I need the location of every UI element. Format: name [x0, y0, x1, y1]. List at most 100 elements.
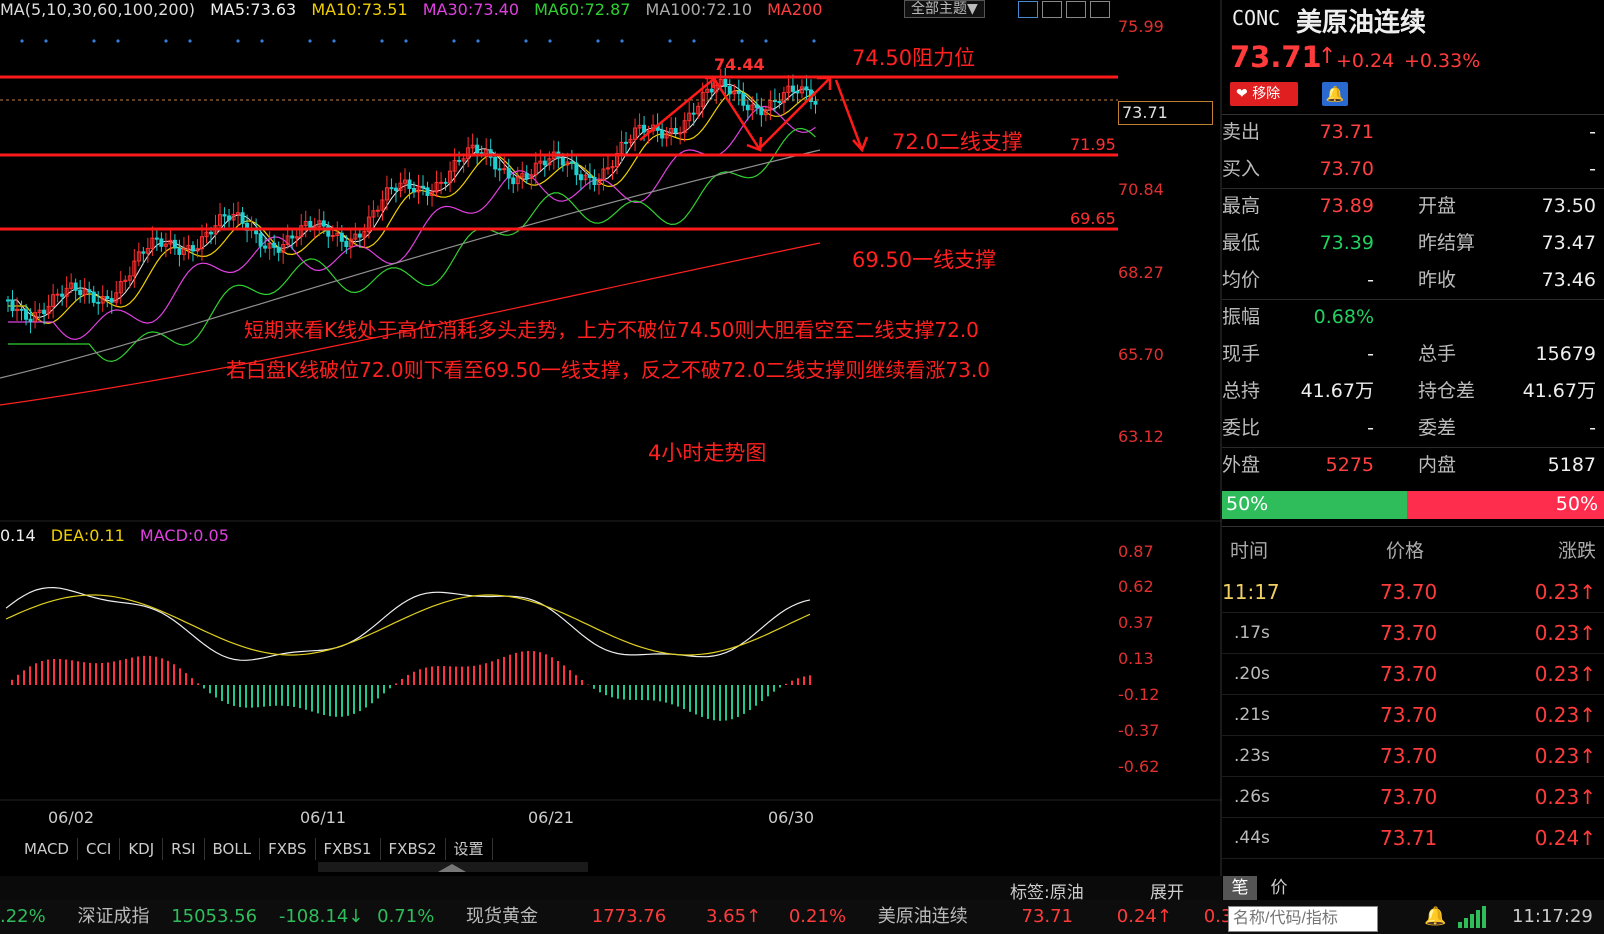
oil-name[interactable]: 美原油连续	[878, 906, 968, 927]
tab-boll[interactable]: BOLL	[205, 838, 261, 860]
remove-label: 移除	[1252, 86, 1281, 102]
candle-body	[190, 245, 195, 252]
last-price: 73.71	[1230, 40, 1322, 74]
candle-body	[24, 309, 29, 320]
remove-favorite-button[interactable]: ❤ 移除	[1230, 82, 1298, 106]
marker-dot	[764, 39, 768, 43]
quote-row: 卖出 73.71 -	[1222, 115, 1604, 149]
chart-grid	[20, 39, 816, 43]
support1-annotation: 69.50一线支撑	[852, 248, 997, 272]
index-pct: 0.71%	[377, 906, 435, 927]
trade-time: .20s	[1234, 664, 1270, 684]
candle-body	[524, 173, 529, 179]
quote-value: -	[1589, 158, 1596, 180]
candle-body	[6, 299, 10, 302]
candle-body	[209, 231, 213, 235]
quote-value: 15679	[1535, 343, 1596, 365]
price-axis-label: 65.70	[1118, 345, 1164, 364]
marker-dot	[116, 39, 120, 43]
trade-time: .21s	[1234, 705, 1270, 725]
search-input[interactable]	[1228, 906, 1378, 932]
gold-name[interactable]: 现货黄金	[466, 906, 538, 927]
candle-body	[443, 181, 448, 184]
macd-axis-label: -0.12	[1118, 685, 1160, 704]
candle-body	[78, 289, 83, 296]
indicator-tabs: MACD CCI KDJ RSI BOLL FXBS FXBS1 FXBS2 设置	[0, 838, 493, 862]
tab-kdj[interactable]: KDJ	[120, 838, 164, 860]
trade-row: .26s 73.70 0.23↑	[1222, 777, 1604, 818]
tab-trades[interactable]: 笔	[1223, 876, 1257, 900]
candle-body	[574, 162, 579, 176]
quote-row: 振幅 0.68%	[1222, 300, 1604, 334]
candle-body	[439, 181, 444, 184]
candle-body	[263, 245, 268, 249]
candle-body	[227, 215, 232, 221]
tab-rsi[interactable]: RSI	[163, 838, 205, 860]
candle-body	[308, 220, 313, 228]
candle-body	[42, 309, 47, 315]
candle-body	[709, 88, 714, 93]
analysis-text-line1: 短期来看K线处于高位消耗多头走势，上方不破位74.50则大胆看空至二线支撑72.…	[244, 318, 979, 342]
gold-pct: 0.21%	[788, 906, 847, 927]
gold-value: 1773.76	[591, 906, 667, 927]
candle-body	[660, 129, 665, 139]
tab-fxbs2[interactable]: FXBS2	[381, 838, 446, 860]
candle-body	[412, 187, 416, 193]
date-label: 06/21	[528, 808, 575, 827]
trade-price: 73.70	[1380, 621, 1438, 645]
candle-body	[560, 157, 565, 166]
dea-value: DEA:0.11	[50, 526, 125, 545]
quote-label: 最高	[1222, 195, 1261, 217]
tab-settings[interactable]: 设置	[446, 838, 493, 860]
marker-dot	[404, 39, 408, 43]
scroll-up-icon[interactable]	[438, 864, 466, 872]
tab-fxbs1[interactable]: FXBS1	[316, 838, 381, 860]
quote-label: 振幅	[1222, 306, 1261, 328]
candle-body	[141, 251, 146, 254]
trade-price: 73.70	[1380, 662, 1438, 686]
tab-cci[interactable]: CCI	[78, 838, 121, 860]
candle-body	[741, 92, 746, 106]
index-name[interactable]: 深证成指	[77, 906, 149, 927]
trade-list[interactable]: 11:17 73.70 0.23↑ .17s 73.70 0.23↑ .20s 73.70 0.…	[1222, 572, 1604, 862]
divider	[1222, 526, 1604, 527]
tab-macd[interactable]: MACD	[0, 838, 78, 860]
quote-label: 委差	[1418, 417, 1457, 439]
candle-body	[272, 242, 277, 248]
marker-dot	[668, 39, 672, 43]
sell-ratio-label: 50%	[1555, 493, 1598, 515]
bell-icon[interactable]: 🔔	[1322, 82, 1348, 106]
marker-dot	[164, 39, 168, 43]
resistance-annotation: 74.50阻力位	[852, 46, 976, 70]
quote-label: 内盘	[1418, 454, 1457, 476]
trade-row: .21s 73.70 0.23↑	[1222, 695, 1604, 736]
high-price-label: 74.44	[714, 55, 765, 74]
candle-body	[28, 318, 33, 322]
quote-value: 5275	[1325, 454, 1374, 476]
candle-body	[592, 176, 597, 186]
forecast-arrows	[639, 76, 869, 153]
quote-row: 外盘 5275 内盘 5187	[1222, 448, 1604, 482]
tab-fxbs[interactable]: FXBS	[260, 838, 316, 860]
index-value: 15053.56	[171, 906, 258, 927]
marker-dot	[452, 39, 456, 43]
candle-body	[511, 177, 516, 185]
candle-body	[723, 78, 728, 88]
kline-chart[interactable]	[0, 0, 1222, 900]
tab-price[interactable]: 价	[1262, 876, 1296, 900]
candle-body	[330, 235, 335, 238]
quote-value: -	[1367, 343, 1374, 365]
quote-value: 73.50	[1541, 195, 1596, 217]
trade-price: 73.71	[1380, 826, 1438, 850]
macd-axis-label: 0.87	[1118, 542, 1154, 561]
candle-body	[795, 90, 800, 94]
trade-time: .26s	[1234, 787, 1270, 807]
marker-dot	[188, 39, 192, 43]
bell-alert-icon[interactable]: 🔔	[1424, 906, 1446, 927]
trade-change: 0.23↑	[1534, 580, 1596, 604]
quote-value: -	[1367, 269, 1374, 291]
quote-label: 最低	[1222, 232, 1261, 254]
pct-value: .22%	[0, 906, 46, 927]
trade-change: 0.24↑	[1534, 826, 1596, 850]
quote-row: 最低 73.39 昨结算 73.47	[1222, 226, 1604, 260]
